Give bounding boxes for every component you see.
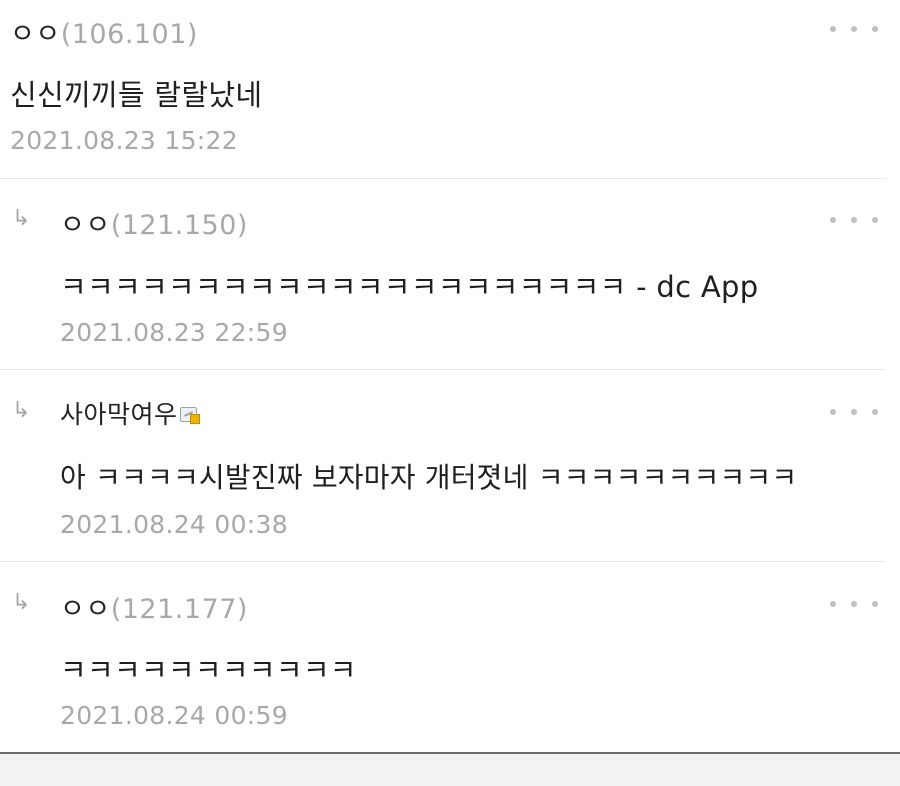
more-options-icon[interactable]: [830, 23, 878, 35]
comment-author[interactable]: ㅇㅇ(121.177): [60, 587, 248, 626]
comment-author[interactable]: ㅇㅇ(121.150): [60, 203, 248, 242]
ip-address: (121.177): [110, 594, 248, 625]
comment-date: 2021.08.23 22:59: [60, 318, 288, 347]
more-options-icon[interactable]: [830, 214, 878, 226]
bottom-bar: [0, 752, 900, 786]
comment-date: 2021.08.23 15:22: [10, 126, 238, 155]
more-options-icon[interactable]: [830, 598, 878, 610]
comment-text: 아 ㅋㅋㅋㅋ시발진짜 보자마자 개터졋네 ㅋㅋㅋㅋㅋㅋㅋㅋㅋㅋ: [60, 461, 798, 494]
gallog-fixed-nick-icon[interactable]: [179, 407, 200, 424]
comment-text: 신신끼끼들 랄랄났네: [10, 78, 263, 112]
nickname[interactable]: ㅇㅇ: [60, 210, 111, 241]
nickname[interactable]: ㅇㅇ: [60, 594, 111, 625]
nickname[interactable]: 사아막여우: [60, 400, 178, 429]
reply-arrow-icon: ↳: [12, 206, 31, 231]
comment-separator: [0, 561, 886, 562]
comment-author[interactable]: ㅇㅇ(106.101): [10, 12, 198, 51]
comment-text: ㅋㅋㅋㅋㅋㅋㅋㅋㅋㅋㅋㅋㅋㅋㅋㅋㅋㅋㅋㅋㅋ - dc App: [60, 270, 759, 304]
reply-arrow-icon: ↳: [12, 590, 31, 615]
comment-date: 2021.08.24 00:38: [60, 510, 288, 539]
comment-date: 2021.08.24 00:59: [60, 701, 288, 730]
ip-address: (121.150): [110, 210, 248, 241]
comment-separator: [0, 369, 886, 370]
nickname[interactable]: ㅇㅇ: [10, 19, 61, 50]
comment-text: ㅋㅋㅋㅋㅋㅋㅋㅋㅋㅋㅋ: [60, 653, 357, 687]
comment-separator: [0, 178, 886, 179]
more-options-icon[interactable]: [830, 406, 878, 418]
reply-arrow-icon: ↳: [12, 398, 31, 423]
ip-address: (106.101): [60, 19, 198, 50]
comment-author[interactable]: 사아막여우: [60, 395, 200, 431]
